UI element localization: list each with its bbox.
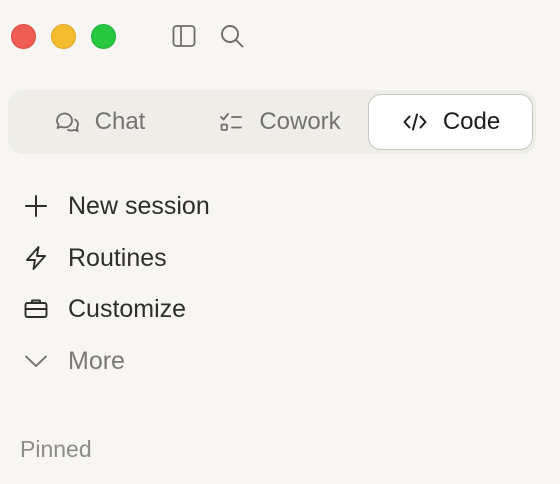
more-label: More <box>68 346 125 375</box>
customize-link[interactable]: Customize <box>20 289 186 329</box>
routines-link[interactable]: Routines <box>20 238 167 278</box>
briefcase-icon <box>20 293 52 325</box>
tab-cowork[interactable]: Cowork <box>194 94 364 150</box>
code-brackets-icon <box>401 108 429 136</box>
new-session-label: New session <box>68 191 210 220</box>
chat-bubbles-icon <box>53 108 81 136</box>
tab-chat[interactable]: Chat <box>14 94 184 150</box>
tab-chat-label: Chat <box>94 108 146 135</box>
more-toggle[interactable]: More <box>20 341 125 381</box>
tab-code[interactable]: Code <box>368 94 533 150</box>
tab-cowork-label: Cowork <box>259 108 341 135</box>
chevron-down-icon <box>20 345 52 377</box>
sidebar-toggle-icon[interactable] <box>170 22 198 50</box>
plus-icon <box>20 190 52 222</box>
close-window-button[interactable] <box>11 24 36 49</box>
minimize-window-button[interactable] <box>51 24 76 49</box>
checklist-icon <box>217 108 245 136</box>
lightning-icon <box>20 242 52 274</box>
search-icon[interactable] <box>218 22 246 50</box>
app-window: Chat Cowork Code New session Routines Cu… <box>0 0 560 484</box>
tab-code-label: Code <box>442 108 501 135</box>
mode-switcher: Chat Cowork Code <box>8 90 536 154</box>
title-bar <box>0 0 560 74</box>
zoom-window-button[interactable] <box>91 24 116 49</box>
new-session-button[interactable]: New session <box>20 186 210 226</box>
pinned-section-label: Pinned <box>20 436 92 462</box>
routines-label: Routines <box>68 243 167 272</box>
customize-label: Customize <box>68 294 187 323</box>
